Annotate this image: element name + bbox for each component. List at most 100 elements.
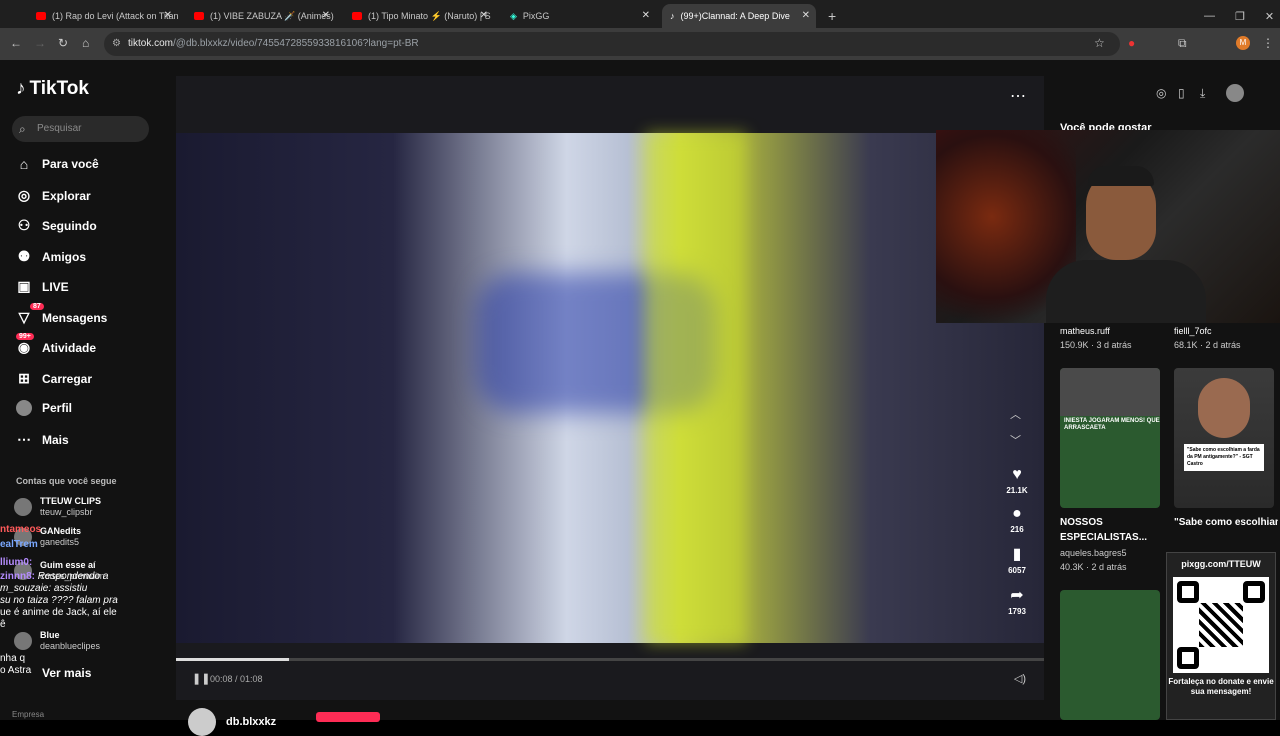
chat-text: m_souzaie: assistiu: [0, 583, 88, 594]
bookmark-button[interactable]: ▮ 6057: [1002, 544, 1032, 575]
nav-label: Atividade: [42, 340, 97, 355]
share-icon: ➦: [1010, 587, 1024, 604]
tab-clannad[interactable]: ♪ (99+)Clannad: A Deep Dive ✕: [662, 4, 816, 28]
url-path: /@db.blxxkz/video/7455472855933816106?la…: [173, 38, 419, 49]
account-name: TTEUW CLIPS: [40, 496, 101, 506]
nav-explorar[interactable]: ◎ Explorar: [16, 187, 91, 204]
close-icon[interactable]: ✕: [642, 10, 650, 21]
download-icon[interactable]: ⤓: [1200, 86, 1205, 101]
card-title[interactable]: "Sabe como escolhiam a farda d...: [1174, 515, 1278, 530]
comment-count: 216: [1010, 525, 1024, 534]
share-button[interactable]: ➦ 1793: [1002, 585, 1032, 616]
thumb-face: [1198, 378, 1250, 438]
tab-vibe-zabuza[interactable]: (1) VIBE ZABUZA 🗡️ (Animes) | ✕: [186, 4, 336, 28]
card-stats: 68.1K · 2 d atrás: [1174, 340, 1241, 350]
suggestion-thumbnail[interactable]: "Sabe como escolhiam a farda da PM antig…: [1174, 368, 1274, 508]
nav-label: LIVE: [42, 279, 69, 294]
suggestion-card-1[interactable]: matheus.ruff 150.9K · 3 d atrás: [1060, 326, 1132, 350]
close-icon[interactable]: ✕: [480, 10, 488, 21]
follow-button[interactable]: [316, 712, 380, 722]
nav-perfil[interactable]: Perfil: [16, 400, 72, 416]
card-title[interactable]: NOSSOS ESPECIALISTAS...: [1060, 515, 1160, 545]
following-title: Contas que você segue: [16, 476, 117, 486]
streamer-hair: [1088, 166, 1154, 186]
nav-carregar[interactable]: ⊞ Carregar: [16, 370, 92, 387]
suggestion-thumbnail[interactable]: INIESTA JOGARAM MENOS! QUE ARRASCAETA: [1060, 368, 1160, 508]
address-bar-row: ← → ↻ ⌂ ⚙ tiktok.com/@db.blxxkz/video/74…: [0, 28, 1280, 60]
profile-avatar-icon[interactable]: M: [1236, 36, 1250, 50]
new-tab-button[interactable]: +: [820, 4, 840, 28]
search-input[interactable]: ⌕ Pesquisar: [12, 116, 149, 142]
video-player[interactable]: ⋯ ︿ ﹀ ♥ 21.1K ● 216 ▮ 6057 ➦ 1793 ❚❚ 00:08 /…: [176, 76, 1044, 736]
close-icon[interactable]: ✕: [802, 10, 810, 21]
thumb-caption: INIESTA JOGARAM MENOS! QUE ARRASCAETA: [1064, 418, 1160, 431]
more-icon: ⋯: [17, 431, 31, 447]
browser-chrome: (1) Rap do Levi (Attack on Titan) ✕ (1) V…: [0, 0, 1280, 60]
progress-bar[interactable]: [176, 658, 1044, 661]
extension-icon[interactable]: ●: [1128, 36, 1135, 50]
avatar-icon: [16, 400, 32, 416]
nav-atividade[interactable]: ◉ 99+ Atividade: [16, 333, 97, 356]
card-stats: 40.3K · 2 d atrás: [1060, 562, 1127, 572]
video-frame[interactable]: [176, 133, 1044, 643]
pause-icon[interactable]: ❚❚: [192, 672, 210, 685]
url-input[interactable]: ⚙ tiktok.com/@db.blxxkz/video/7455472855…: [104, 32, 1120, 56]
comment-button[interactable]: ● 216: [1002, 505, 1032, 534]
url-host: tiktok.com: [128, 38, 174, 49]
bookmark-star-icon[interactable]: ☆: [1094, 36, 1105, 50]
prev-video-icon[interactable]: ︿: [1010, 406, 1021, 422]
suggestion-card-2[interactable]: fielll_7ofc 68.1K · 2 d atrás: [1174, 326, 1241, 350]
close-icon[interactable]: ✕: [164, 10, 172, 21]
nav-live[interactable]: ▣ LIVE: [16, 278, 69, 295]
card-stats: 150.9K · 3 d atrás: [1060, 340, 1132, 350]
chat-text: su no taiza ???? falam pra: [0, 595, 118, 606]
window-controls[interactable]: — ❐ ✕: [1196, 4, 1276, 28]
author-row[interactable]: db.blxxkz: [188, 708, 276, 736]
avatar[interactable]: [1226, 84, 1244, 102]
explore-icon[interactable]: ◎: [1156, 86, 1166, 100]
pixgg-icon: ◈: [510, 10, 517, 21]
video-blur-yellow: [646, 133, 746, 643]
close-icon[interactable]: ✕: [322, 10, 330, 21]
nav-mais[interactable]: ⋯ Mais: [16, 431, 69, 448]
like-button[interactable]: ♥ 21.1K: [1002, 466, 1032, 495]
account-tteuw[interactable]: TTEUW CLIPS tteuw_clipsbr: [14, 496, 101, 518]
pix-footer: Fortaleça no donate e envie sua mensagem…: [1168, 677, 1274, 696]
home-icon[interactable]: ⌂: [82, 36, 89, 50]
heart-icon: ♥: [1012, 466, 1022, 483]
next-video-icon[interactable]: ﹀: [1010, 432, 1021, 448]
suggestion-card-3[interactable]: aqueles.bagres5 40.3K · 2 d atrás: [1060, 548, 1127, 572]
back-icon[interactable]: ←: [10, 36, 22, 50]
chat-user: ntameos: [0, 524, 42, 535]
reload-icon[interactable]: ↻: [58, 36, 68, 50]
tab-label: (1) VIBE ZABUZA 🗡️ (Animes) |: [210, 10, 336, 21]
volume-icon[interactable]: ◁): [1014, 672, 1026, 685]
device-icon[interactable]: ▯: [1178, 86, 1185, 100]
tab-tipo-minato[interactable]: (1) Tipo Minato ⚡ (Naruto) | S ✕: [344, 4, 494, 28]
nav-seguindo[interactable]: ⚇ Seguindo: [16, 217, 97, 234]
home-icon: ⌂: [19, 156, 29, 172]
chat-text: Respondendo a: [37, 571, 109, 582]
minimize-icon[interactable]: —: [1204, 10, 1215, 22]
tiktok-logo[interactable]: ♪ TikTok: [16, 78, 89, 100]
suggestion-thumbnail[interactable]: [1060, 590, 1160, 720]
footer-empresa[interactable]: Empresa: [12, 710, 44, 719]
tab-rap-levi[interactable]: (1) Rap do Levi (Attack on Titan) ✕: [28, 4, 178, 28]
more-options-icon[interactable]: ⋯: [1010, 86, 1026, 106]
extensions-puzzle-icon[interactable]: ⧉: [1178, 36, 1187, 51]
nav-para-voce[interactable]: ⌂ Para você: [16, 156, 99, 172]
nav-label: Mais: [42, 432, 69, 447]
nav-mensagens[interactable]: ▽ 87 Mensagens: [16, 303, 107, 326]
site-info-icon[interactable]: ⚙: [112, 32, 121, 56]
maximize-icon[interactable]: ❐: [1235, 10, 1245, 23]
menu-kebab-icon[interactable]: ⋮: [1262, 36, 1274, 50]
close-window-icon[interactable]: ✕: [1265, 10, 1274, 23]
nav-label: Carregar: [42, 371, 93, 386]
author-avatar[interactable]: [188, 708, 216, 736]
forward-icon[interactable]: →: [34, 36, 46, 50]
chat-text: ue é anime de Jack, aí ele: [0, 607, 117, 618]
tab-pixgg[interactable]: ◈ PixGG ✕: [502, 4, 656, 28]
card-user: fielll_7ofc: [1174, 326, 1212, 336]
author-name[interactable]: db.blxxkz: [226, 716, 276, 728]
nav-amigos[interactable]: ⚉ Amigos: [16, 248, 86, 265]
